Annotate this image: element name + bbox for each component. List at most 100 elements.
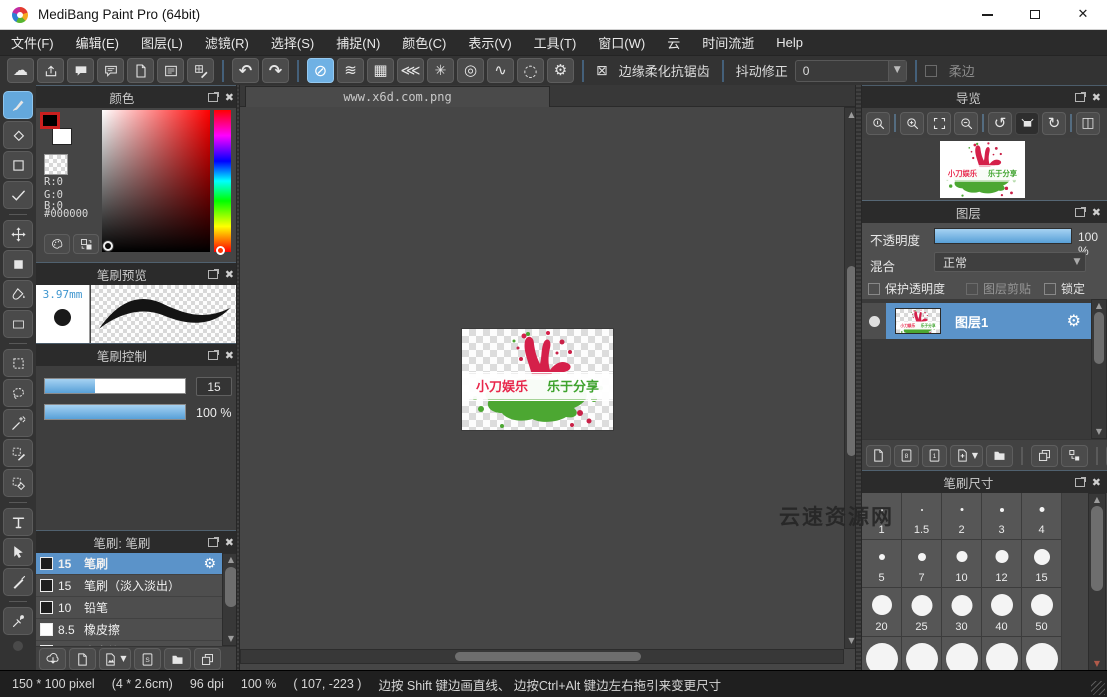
menu-item-layer[interactable]: 图层(L) xyxy=(130,30,194,55)
menu-item-timelapse[interactable]: 时间流逝 xyxy=(691,30,765,55)
brush-size-cell[interactable]: 10 xyxy=(942,540,982,588)
brush-cloud-download-button[interactable] xyxy=(39,648,66,670)
saturation-value-picker[interactable] xyxy=(102,110,210,252)
brush-size-cell[interactable]: 7 xyxy=(902,540,942,588)
layer-row[interactable]: 图层1 ⚙ xyxy=(862,303,1091,339)
scroll-down-icon[interactable]: ▼ xyxy=(1092,428,1106,436)
snap-vanishing-button[interactable]: ⋘ xyxy=(397,58,424,83)
close-icon[interactable]: ✖ xyxy=(225,537,234,548)
close-icon[interactable]: ✖ xyxy=(1092,477,1101,488)
protect-alpha-checkbox[interactable]: 保护透明度 xyxy=(868,280,945,297)
popout-icon[interactable] xyxy=(1075,93,1085,102)
snap-parallel-button[interactable]: ≋ xyxy=(337,58,364,83)
new-1bit-layer-button[interactable] xyxy=(922,445,947,467)
magic-wand-tool-button[interactable] xyxy=(3,409,33,437)
layer-visibility-gutter[interactable] xyxy=(862,303,886,339)
layer-opacity-slider[interactable] xyxy=(934,228,1072,244)
popout-icon[interactable] xyxy=(208,93,218,102)
brush-size-cell[interactable] xyxy=(1022,637,1062,671)
snap-ellipse-button[interactable]: ◌ xyxy=(517,58,544,83)
fill-shape-tool-button[interactable] xyxy=(3,250,33,278)
reset-rotation-button[interactable] xyxy=(1015,112,1039,135)
script-brush-button[interactable] xyxy=(134,648,161,670)
zoom-out-button[interactable] xyxy=(954,112,978,135)
duplicate-brush-button[interactable] xyxy=(194,648,221,670)
brush-size-cell[interactable] xyxy=(862,637,902,671)
menu-item-help[interactable]: Help xyxy=(765,30,814,55)
eyedropper-tool-button[interactable] xyxy=(3,607,33,635)
select-eraser-tool-button[interactable] xyxy=(3,469,33,497)
resize-grip[interactable] xyxy=(1091,681,1105,695)
close-icon[interactable]: ✖ xyxy=(225,350,234,361)
control-point-tool-button[interactable] xyxy=(3,181,33,209)
maximize-button[interactable] xyxy=(1011,0,1059,29)
merge-layer-button[interactable] xyxy=(1061,445,1088,467)
right-splitter[interactable] xyxy=(855,85,862,670)
layer-list-scrollbar[interactable]: ▲ ▼ xyxy=(1091,299,1107,439)
minimize-button[interactable] xyxy=(963,0,1011,29)
menu-item-select[interactable]: 选择(S) xyxy=(260,30,325,55)
color-pick-button[interactable] xyxy=(73,234,99,254)
lasso-tool-button[interactable] xyxy=(3,379,33,407)
gradient-tool-button[interactable] xyxy=(3,310,33,338)
snap-curve-button[interactable]: ∿ xyxy=(487,58,514,83)
scroll-down-icon[interactable]: ▼ xyxy=(1089,660,1105,668)
canvas-image[interactable] xyxy=(462,329,613,430)
toolstrip-scroll-handle[interactable] xyxy=(13,641,23,651)
brush-opacity-slider[interactable] xyxy=(44,404,186,420)
material-edit-button[interactable] xyxy=(187,58,214,83)
document-list-button[interactable] xyxy=(157,58,184,83)
fit-window-button[interactable] xyxy=(927,112,951,135)
menu-item-edit[interactable]: 编辑(E) xyxy=(65,30,130,55)
menu-item-view[interactable]: 表示(V) xyxy=(457,30,522,55)
soft-edge-checkbox[interactable] xyxy=(925,65,937,77)
canvas-horizontal-scrollbar[interactable] xyxy=(240,649,844,664)
brush-size-cell[interactable]: 4 xyxy=(1022,493,1062,540)
zoom-in-button[interactable] xyxy=(900,112,924,135)
close-icon[interactable]: ✖ xyxy=(1092,92,1101,103)
scrollbar-thumb[interactable] xyxy=(455,652,641,661)
brush-row[interactable]: 15 笔刷（淡入淡出） xyxy=(36,575,222,597)
brush-tool-button[interactable] xyxy=(3,91,33,119)
foreground-color-swatch[interactable] xyxy=(40,112,60,129)
shape-tool-button[interactable] xyxy=(3,151,33,179)
brush-size-cell[interactable]: 12 xyxy=(982,540,1022,588)
brush-size-cell[interactable] xyxy=(942,637,982,671)
select-tool-button[interactable] xyxy=(3,349,33,377)
brush-size-slider[interactable] xyxy=(44,378,186,394)
lock-checkbox[interactable]: 锁定 xyxy=(1044,280,1085,297)
flip-horizontal-button[interactable]: ◫ xyxy=(1076,112,1100,135)
clipping-checkbox[interactable]: 图层剪贴 xyxy=(966,280,1031,297)
redo-button[interactable]: ↷ xyxy=(262,58,289,83)
menu-item-color[interactable]: 颜色(C) xyxy=(391,30,457,55)
brush-size-cell[interactable]: 20 xyxy=(862,588,902,637)
undo-button[interactable]: ↶ xyxy=(232,58,259,83)
brush-size-value[interactable]: 15 xyxy=(196,377,232,396)
brush-size-cell[interactable] xyxy=(982,637,1022,671)
blend-mode-select[interactable]: 正常 ▼ xyxy=(934,252,1086,272)
duplicate-layer-button[interactable] xyxy=(1031,445,1058,467)
add-layer-menu-button[interactable]: ▼ xyxy=(950,445,983,467)
close-icon[interactable]: ✖ xyxy=(225,92,234,103)
snap-concentric-button[interactable]: ◎ xyxy=(457,58,484,83)
document-tab[interactable]: www.x6d.com.png xyxy=(245,86,550,107)
popout-icon[interactable] xyxy=(208,270,218,279)
menu-item-tool[interactable]: 工具(T) xyxy=(523,30,588,55)
brush-size-cell[interactable]: 40 xyxy=(982,588,1022,637)
publish-button[interactable] xyxy=(37,58,64,83)
scroll-up-icon[interactable]: ▲ xyxy=(1089,496,1105,504)
brush-size-cell[interactable]: 3 xyxy=(982,493,1022,540)
menu-item-filter[interactable]: 滤镜(R) xyxy=(194,30,260,55)
bucket-tool-button[interactable] xyxy=(3,280,33,308)
popout-icon[interactable] xyxy=(208,538,218,547)
add-brush-from-image-button[interactable]: ▼ xyxy=(99,648,131,670)
menu-item-window[interactable]: 窗口(W) xyxy=(587,30,656,55)
brush-size-cell[interactable]: 15 xyxy=(1022,540,1062,588)
rotate-left-button[interactable]: ↺ xyxy=(988,112,1012,135)
snap-off-button[interactable]: ⊘ xyxy=(307,58,334,83)
edge-antialias-icon[interactable]: ⊠ xyxy=(596,64,608,78)
add-brush-button[interactable] xyxy=(69,648,96,670)
panel-divide-tool-button[interactable] xyxy=(3,568,33,596)
palette-button[interactable] xyxy=(44,234,70,254)
comment-button[interactable] xyxy=(67,58,94,83)
